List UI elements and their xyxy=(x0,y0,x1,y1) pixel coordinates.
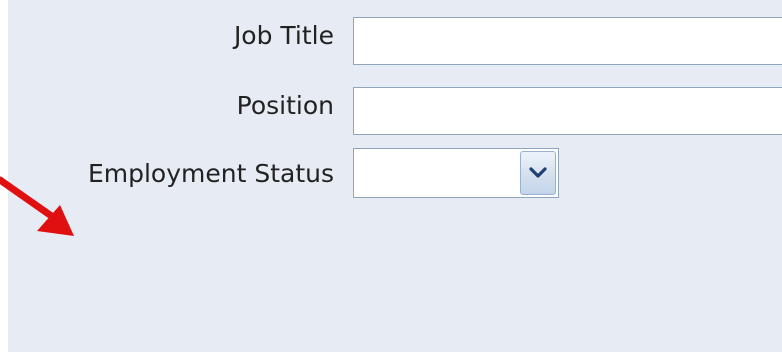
screenshot-stage: Job Title Position Employment Status xyxy=(0,0,782,354)
job-title-input[interactable] xyxy=(353,17,782,65)
red-arrow-icon xyxy=(0,176,74,236)
employment-status-select[interactable] xyxy=(353,148,559,198)
employment-status-dropdown-button[interactable] xyxy=(520,151,556,195)
position-label: Position xyxy=(236,91,334,120)
employment-status-label: Employment Status xyxy=(87,159,334,188)
position-input[interactable] xyxy=(353,87,782,135)
chevron-down-icon xyxy=(529,167,547,178)
job-title-label: Job Title xyxy=(233,21,334,50)
